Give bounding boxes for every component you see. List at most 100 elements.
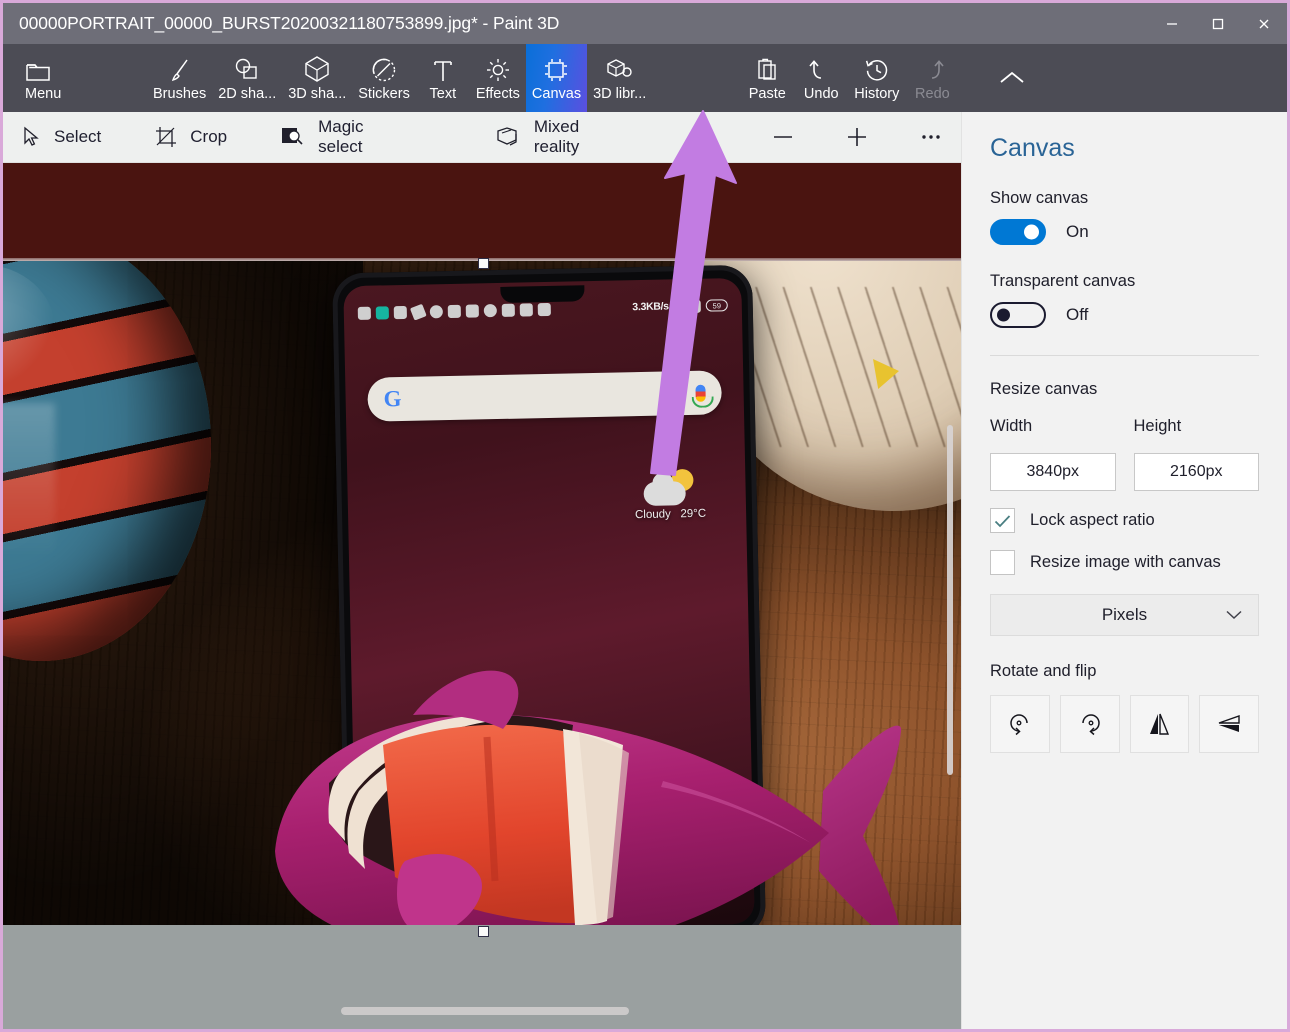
- minimize-button[interactable]: [1149, 3, 1195, 44]
- microphone-icon: [695, 384, 706, 402]
- paint3d-window: 00000PORTRAIT_00000_BURST202003211807538…: [0, 0, 1290, 1032]
- rotate-flip-label: Rotate and flip: [990, 662, 1097, 680]
- ribbon-label-effects: Effects: [475, 85, 520, 102]
- ribbon-label-history: History: [854, 85, 900, 102]
- ribbon-label-undo: Undo: [803, 85, 839, 102]
- weather-widget: Cloudy 29°C: [634, 468, 706, 521]
- phone-status-bar: 3.3KB/s 59: [344, 294, 742, 324]
- bottom-center-handle[interactable]: [478, 926, 489, 937]
- close-button[interactable]: [1241, 3, 1287, 44]
- width-height-inputs: 3840px 2160px: [990, 453, 1259, 491]
- ribbon-label-menu: Menu: [25, 85, 62, 102]
- rotate-left-button[interactable]: [990, 695, 1050, 753]
- lock-aspect-ratio-label: Lock aspect ratio: [1030, 511, 1155, 529]
- ribbon-collapse-button[interactable]: [985, 44, 1039, 112]
- width-label: Width: [990, 417, 1033, 435]
- ribbon-item-canvas[interactable]: Canvas: [525, 44, 588, 112]
- height-input[interactable]: 2160px: [1133, 453, 1259, 491]
- tool-crop-label: Crop: [190, 127, 228, 146]
- canvas-image[interactable]: 3.3KB/s 59 G Cloudy 29°C: [3, 261, 961, 925]
- stickers-icon: [371, 55, 397, 83]
- tool-mixed-reality-label: Mixed reality: [533, 117, 580, 156]
- lock-aspect-ratio-row[interactable]: Lock aspect ratio: [990, 508, 1259, 533]
- weather-icon: [643, 468, 697, 506]
- 3d-fish-model[interactable]: [263, 670, 903, 925]
- unit-select-value: Pixels: [1101, 605, 1148, 624]
- rotate-flip-buttons: [990, 695, 1259, 753]
- ribbon-label-text: Text: [429, 85, 457, 102]
- ribbon-item-3d-library[interactable]: 3D libr...: [587, 44, 652, 112]
- status-icon-message: [393, 305, 407, 319]
- ribbon-label-brushes: Brushes: [153, 85, 207, 102]
- width-input[interactable]: 3840px: [990, 453, 1116, 491]
- ribbon-item-3d-shapes[interactable]: 3D sha...: [282, 44, 352, 112]
- panel-title: Canvas: [990, 134, 1075, 162]
- tool-crop[interactable]: Crop: [143, 112, 239, 163]
- horizontal-scrollbar[interactable]: [341, 1007, 629, 1015]
- resize-image-label: Resize image with canvas: [1030, 553, 1221, 571]
- magic-select-icon: [281, 126, 305, 148]
- chevron-up-icon: [997, 44, 1027, 112]
- ribbon-item-brushes[interactable]: Brushes: [147, 44, 212, 112]
- ribbon-item-history[interactable]: History: [848, 44, 905, 112]
- transparent-canvas-toggle[interactable]: [990, 302, 1046, 328]
- show-canvas-state: On: [1066, 222, 1089, 241]
- cursor-icon: [21, 126, 41, 148]
- text-icon: [431, 55, 455, 83]
- lock-aspect-ratio-checkbox[interactable]: [990, 508, 1015, 533]
- checkmark-icon: [994, 514, 1011, 527]
- resize-canvas-label: Resize canvas: [990, 380, 1098, 398]
- zoom-out-button[interactable]: [753, 112, 813, 163]
- resize-image-checkbox[interactable]: [990, 550, 1015, 575]
- show-canvas-toggle[interactable]: [990, 219, 1046, 245]
- more-options-button[interactable]: [901, 112, 961, 163]
- ribbon-item-menu[interactable]: Menu: [3, 44, 91, 112]
- tool-magic-select-label: Magic select: [318, 117, 364, 156]
- status-icon-dnd: [483, 303, 497, 317]
- ribbon-label-3d-shapes: 3D sha...: [288, 85, 347, 102]
- ribbon-item-effects[interactable]: Effects: [470, 44, 526, 112]
- main-toolbar: Menu Brushes 2D sha... 3D sha... Sticker…: [3, 44, 1287, 112]
- transparent-canvas-row: Off: [990, 302, 1259, 328]
- minus-icon: [770, 125, 796, 149]
- flip-horizontal-button[interactable]: [1129, 695, 1190, 753]
- play-icon: [692, 125, 718, 149]
- ribbon-item-stickers[interactable]: Stickers: [352, 44, 416, 112]
- rotate-right-button[interactable]: [1059, 695, 1120, 753]
- ribbon-item-undo[interactable]: Undo: [794, 44, 848, 112]
- ribbon-item-2d-shapes[interactable]: 2D sha...: [212, 44, 282, 112]
- sub-toolbar: Select Crop Magic select Mixed reality: [3, 112, 961, 163]
- canvas-stage[interactable]: 3.3KB/s 59 G Cloudy 29°C: [3, 163, 961, 1029]
- zoom-in-button[interactable]: [827, 112, 887, 163]
- 3d-library-icon: [606, 55, 634, 83]
- weather-text: Cloudy 29°C: [635, 508, 706, 521]
- ribbon-item-text[interactable]: Text: [416, 44, 470, 112]
- ribbon-label-canvas: Canvas: [531, 85, 582, 102]
- flip-vertical-button[interactable]: [1199, 695, 1259, 753]
- status-icon-telegram: [409, 303, 427, 321]
- weather-temperature: 29°C: [680, 507, 707, 521]
- history-icon: [864, 55, 890, 83]
- ribbon-item-paste[interactable]: Paste: [740, 44, 794, 112]
- tool-select[interactable]: Select: [3, 112, 113, 163]
- vertical-scrollbar[interactable]: [947, 425, 953, 775]
- show-canvas-label: Show canvas: [990, 189, 1089, 207]
- redo-icon: [919, 55, 945, 83]
- transparent-canvas-label: Transparent canvas: [990, 272, 1136, 290]
- network-speed: 3.3KB/s: [632, 300, 669, 314]
- status-icon-signal: [673, 299, 685, 313]
- tool-magic-select[interactable]: Magic select: [269, 112, 401, 163]
- top-center-handle[interactable]: [478, 258, 489, 269]
- width-height-labels: Width Height: [990, 417, 1259, 445]
- resize-image-row[interactable]: Resize image with canvas: [990, 550, 1259, 575]
- canvas-top-band: [3, 163, 961, 261]
- canvas-panel: Canvas Show canvas On Transparent canvas…: [961, 112, 1287, 1029]
- maximize-button[interactable]: [1195, 3, 1241, 44]
- paintbrush-icon: [167, 55, 193, 83]
- play-button[interactable]: [675, 112, 735, 163]
- status-icon-download: [537, 302, 551, 316]
- show-canvas-row: On: [990, 219, 1259, 245]
- google-icon: G: [383, 386, 402, 412]
- tool-mixed-reality[interactable]: Mixed reality: [483, 112, 617, 163]
- unit-select[interactable]: Pixels: [990, 594, 1259, 636]
